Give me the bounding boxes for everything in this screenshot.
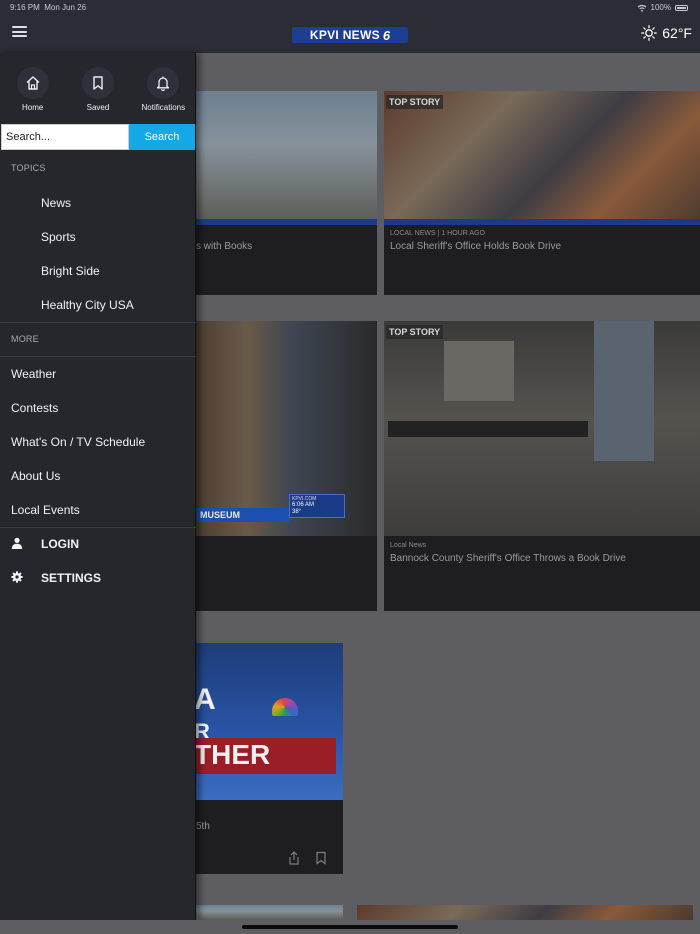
station-temp: 38°: [292, 509, 302, 515]
museum-caption: MUSEUM: [200, 510, 240, 520]
login-link[interactable]: LOGIN: [41, 537, 79, 551]
temperature: 62°F: [662, 25, 692, 41]
top-story-badge: TOP STORY: [386, 95, 444, 109]
story-image: A R THER: [190, 643, 343, 800]
story-meta: Local News: [390, 542, 427, 549]
search-input[interactable]: [1, 124, 129, 150]
story-image: [384, 91, 700, 225]
quick-actions: Home Saved Notifications: [0, 53, 196, 123]
quick-home-button[interactable]: Home: [0, 53, 65, 123]
story-card[interactable]: TOP STORY Local News Bannock County Sher…: [384, 321, 700, 611]
wifi-icon: [637, 4, 646, 12]
story-image: [384, 321, 700, 536]
story-image: [190, 91, 377, 225]
menu-contests[interactable]: Contests: [11, 401, 58, 415]
home-icon: [26, 76, 40, 90]
bookmark-icon: [93, 76, 103, 90]
story-card[interactable]: [357, 905, 693, 920]
menu-local-events[interactable]: Local Events: [11, 503, 80, 517]
logo-number: 6: [382, 27, 391, 43]
settings-link[interactable]: SETTINGS: [41, 571, 101, 585]
story-headline: Local Sheriff's Office Holds Book Drive: [390, 241, 562, 252]
story-card[interactable]: s with Books: [190, 91, 377, 295]
menu-about-us[interactable]: About Us: [11, 469, 60, 483]
nbc-peacock-icon: [272, 698, 298, 716]
divider: [0, 527, 196, 528]
status-time: 9:16 PM Mon Jun 26: [10, 3, 86, 12]
weather-widget[interactable]: 62°F: [641, 25, 692, 41]
divider: [0, 356, 196, 357]
search-button[interactable]: Search: [129, 124, 195, 150]
user-icon: [11, 537, 23, 549]
top-story-badge: TOP STORY: [386, 325, 444, 339]
sun-icon: [641, 25, 658, 41]
bookmark-icon-circle: [81, 67, 114, 99]
topic-healthy-city-usa[interactable]: Healthy City USA: [41, 298, 134, 312]
topic-news[interactable]: News: [41, 196, 71, 210]
quick-saved-button[interactable]: Saved: [65, 53, 130, 123]
divider: [0, 322, 196, 323]
station-time: 6:06 AM: [292, 502, 315, 508]
story-headline: Bannock County Sheriff's Office Throws a…: [390, 553, 626, 564]
home-label: Home: [21, 103, 44, 112]
notifications-label: Notifications: [141, 103, 186, 112]
topics-header: TOPICS: [11, 163, 46, 173]
battery-percent: 100%: [650, 3, 671, 12]
home-icon-circle: [16, 67, 49, 99]
story-card[interactable]: MUSEUM KPVI.COM 6:06 AM 38°: [190, 321, 377, 611]
quick-notifications-button[interactable]: Notifications: [131, 53, 196, 123]
app-header: 9:16 PM Mon Jun 26 100% KPVI NEWS 6 62°F: [0, 0, 700, 53]
share-icon[interactable]: [287, 851, 301, 865]
menu-tv-schedule[interactable]: What's On / TV Schedule: [11, 435, 145, 449]
status-indicators: 100%: [637, 3, 688, 12]
bell-icon: [157, 76, 170, 91]
story-card[interactable]: TOP STORY LOCAL NEWS | 1 HOUR AGO Local …: [384, 91, 700, 295]
menu-weather[interactable]: Weather: [11, 367, 56, 381]
story-meta: LOCAL NEWS | 1 HOUR AGO: [390, 230, 485, 237]
saved-label: Saved: [86, 103, 110, 112]
story-headline: 5th: [196, 821, 210, 832]
story-card[interactable]: [190, 905, 343, 920]
bookmark-icon[interactable]: [314, 851, 328, 865]
story-headline: s with Books: [196, 241, 253, 252]
battery-icon: [675, 4, 688, 11]
topic-bright-side[interactable]: Bright Side: [41, 264, 100, 278]
search-bar: Search: [1, 124, 195, 150]
wx-graphic-text-1: A: [194, 683, 216, 716]
wx-graphic-text-3: THER: [194, 739, 271, 770]
side-drawer: Home Saved Notifications Search T: [0, 53, 196, 920]
station-logo[interactable]: KPVI NEWS 6: [292, 27, 408, 43]
status-date-text: Mon Jun 26: [44, 3, 87, 12]
bell-icon-circle: [147, 67, 180, 99]
home-indicator[interactable]: [242, 925, 458, 929]
story-card[interactable]: A R THER 5th: [190, 643, 343, 874]
status-time-text: 9:16 PM: [10, 3, 40, 12]
hamburger-menu-icon[interactable]: [12, 26, 27, 37]
logo-text: KPVI NEWS: [309, 28, 380, 42]
story-image: MUSEUM KPVI.COM 6:06 AM 38°: [190, 321, 377, 536]
gear-icon: [11, 571, 23, 583]
topic-sports[interactable]: Sports: [41, 230, 76, 244]
more-header: MORE: [11, 334, 39, 344]
station-bug: KPVI.COM 6:06 AM 38°: [289, 494, 345, 518]
